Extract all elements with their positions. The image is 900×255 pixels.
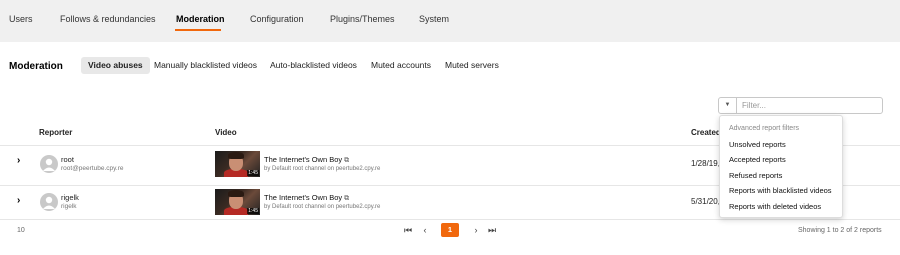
- last-page-icon[interactable]: ⏭: [486, 225, 498, 236]
- row-divider: [0, 219, 900, 220]
- next-page-icon[interactable]: ›: [470, 225, 482, 235]
- created-date: 1/28/19,: [691, 159, 720, 168]
- subtab-auto-blacklisted[interactable]: Auto-blacklisted videos: [263, 57, 364, 74]
- page-button-current[interactable]: 1: [441, 223, 459, 237]
- subtab-muted-servers[interactable]: Muted servers: [438, 57, 506, 74]
- video-title-link[interactable]: The Internet's Own Boy ⧉: [264, 193, 349, 203]
- video-thumbnail[interactable]: 1:45: [215, 189, 260, 215]
- filter-input[interactable]: [742, 100, 877, 111]
- filter-box: ▼: [718, 97, 883, 114]
- reporter-name[interactable]: rigelk: [61, 193, 79, 202]
- reporter-handle: rigelk: [61, 203, 77, 210]
- reporter-handle: root@peertube.cpy.re: [61, 165, 124, 172]
- video-channel: by Default root channel on peertube2.cpy…: [264, 166, 381, 172]
- avatar: [40, 193, 58, 211]
- external-link-icon: ⧉: [344, 157, 350, 164]
- video-channel: by Default root channel on peertube2.cpy…: [264, 204, 381, 210]
- tab-system[interactable]: System: [419, 14, 449, 24]
- subtab-manually-blacklisted[interactable]: Manually blacklisted videos: [147, 57, 264, 74]
- column-header-reporter[interactable]: Reporter: [39, 128, 72, 137]
- filter-unsolved-reports[interactable]: Unsolved reports: [729, 140, 786, 149]
- video-title-link[interactable]: The Internet's Own Boy ⧉: [264, 155, 349, 165]
- expand-row-icon[interactable]: ›: [17, 195, 20, 206]
- expand-row-icon[interactable]: ›: [17, 155, 20, 166]
- video-thumbnail[interactable]: 1:45: [215, 151, 260, 177]
- pagination-summary: Showing 1 to 2 of 2 reports: [798, 227, 882, 234]
- filter-dropdown-toggle[interactable]: ▼: [719, 98, 737, 113]
- tab-follows-redundancies[interactable]: Follows & redundancies: [60, 14, 156, 24]
- page-title: Moderation: [9, 61, 63, 72]
- caret-down-icon: ▼: [724, 102, 731, 108]
- filter-accepted-reports[interactable]: Accepted reports: [729, 155, 786, 164]
- external-link-icon: ⧉: [344, 195, 350, 202]
- subtab-muted-accounts[interactable]: Muted accounts: [364, 57, 438, 74]
- column-header-video[interactable]: Video: [215, 128, 237, 137]
- advanced-filters-dropdown: Advanced report filters Unsolved reports…: [719, 115, 843, 218]
- tab-moderation[interactable]: Moderation: [176, 14, 225, 24]
- reporter-name[interactable]: root: [61, 155, 74, 164]
- video-title: The Internet's Own Boy: [264, 193, 343, 202]
- tab-plugins-themes[interactable]: Plugins/Themes: [330, 14, 395, 24]
- video-duration: 1:45: [247, 208, 259, 214]
- active-tab-indicator: [175, 29, 221, 31]
- top-navigation: Users Follows & redundancies Moderation …: [0, 0, 900, 42]
- tab-configuration[interactable]: Configuration: [250, 14, 304, 24]
- created-date: 5/31/20,: [691, 197, 720, 206]
- dropdown-header: Advanced report filters: [729, 125, 800, 132]
- previous-page-icon[interactable]: ‹: [419, 225, 431, 235]
- rows-per-page[interactable]: 10: [17, 227, 25, 234]
- filter-deleted-videos[interactable]: Reports with deleted videos: [729, 202, 821, 211]
- column-header-created[interactable]: Created: [691, 128, 721, 137]
- tab-users[interactable]: Users: [9, 14, 33, 24]
- subtab-video-abuses[interactable]: Video abuses: [81, 57, 150, 74]
- video-duration: 1:45: [247, 170, 259, 176]
- filter-blacklisted-videos[interactable]: Reports with blacklisted videos: [729, 186, 832, 195]
- first-page-icon[interactable]: ⏮: [402, 225, 414, 236]
- video-title: The Internet's Own Boy: [264, 155, 343, 164]
- avatar: [40, 155, 58, 173]
- filter-refused-reports[interactable]: Refused reports: [729, 171, 782, 180]
